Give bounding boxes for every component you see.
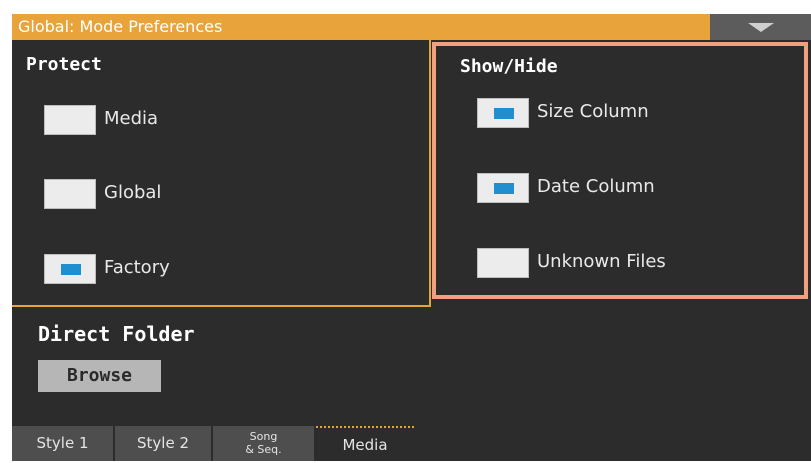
mode-preferences-screen: Global: Mode Preferences Protect Media G… <box>12 14 811 461</box>
tab-song-seq[interactable]: Song & Seq. <box>213 426 314 461</box>
check-mark <box>494 108 514 119</box>
tab-style-1[interactable]: Style 1 <box>12 426 113 461</box>
protect-factory-checkbox[interactable] <box>44 254 96 284</box>
unknown-files-label: Unknown Files <box>537 251 666 272</box>
protect-media-checkbox[interactable] <box>44 105 96 135</box>
protect-title: Protect <box>26 54 102 75</box>
unknown-files-checkbox[interactable] <box>477 248 529 278</box>
direct-folder-title: Direct Folder <box>38 322 195 346</box>
page-menu-button[interactable] <box>710 14 811 40</box>
date-column-checkbox[interactable] <box>477 173 529 203</box>
protect-factory-label: Factory <box>104 257 170 278</box>
size-column-checkbox[interactable] <box>477 98 529 128</box>
date-column-label: Date Column <box>537 176 655 197</box>
protect-panel: Protect Media Global Factory <box>12 40 429 307</box>
protect-global-checkbox[interactable] <box>44 179 96 209</box>
browse-button[interactable]: Browse <box>38 360 161 392</box>
check-mark <box>61 264 81 275</box>
showhide-panel: Show/Hide Size Column Date Column Unknow… <box>432 42 808 299</box>
page-title: Global: Mode Preferences <box>12 14 710 40</box>
tab-media[interactable]: Media <box>316 426 414 461</box>
size-column-label: Size Column <box>537 101 649 122</box>
triangle-down-icon <box>748 23 774 32</box>
panel-divider <box>429 40 431 307</box>
showhide-title: Show/Hide <box>460 56 558 77</box>
protect-global-label: Global <box>104 182 162 203</box>
tab-style-2[interactable]: Style 2 <box>115 426 211 461</box>
check-mark <box>494 183 514 194</box>
tab-bar: Style 1 Style 2 Song & Seq. Media <box>12 426 811 461</box>
protect-media-label: Media <box>104 108 159 129</box>
